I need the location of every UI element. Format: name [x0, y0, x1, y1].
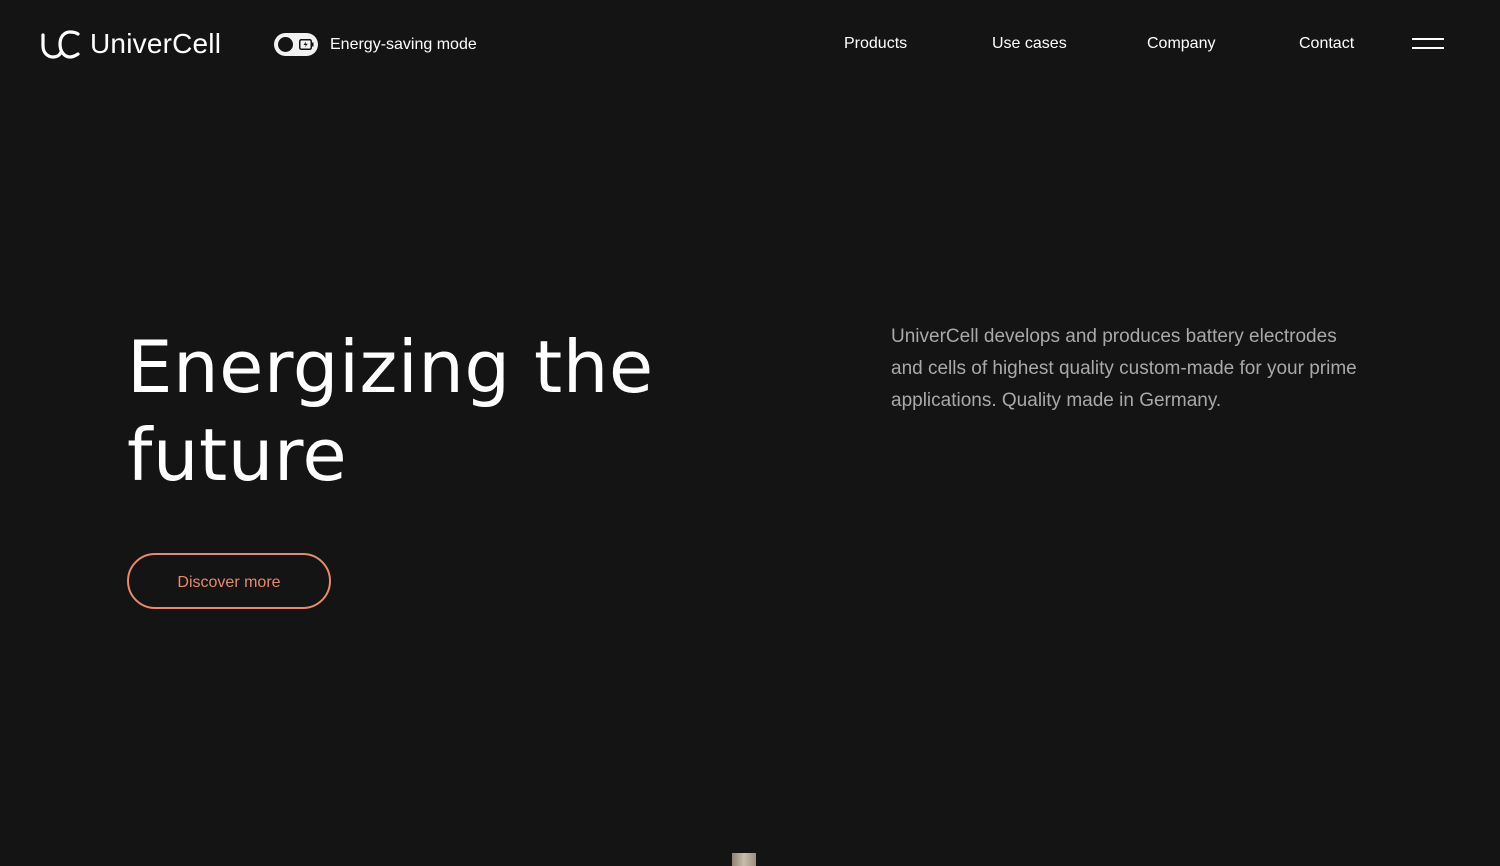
energy-saving-label: Energy-saving mode	[330, 36, 477, 53]
logo-text: UniverCell	[90, 28, 222, 59]
nav-products[interactable]: Products	[844, 34, 907, 54]
battery-cell-image	[732, 853, 756, 866]
hero-description: UniverCell develops and produces battery…	[891, 326, 1357, 411]
menu-line	[1412, 47, 1444, 49]
page: UniverCell Energy-saving mode Products U…	[0, 0, 1500, 866]
hero-title: Energizing the future	[127, 323, 767, 499]
hero-title-line-2: future	[127, 413, 348, 497]
site-header: UniverCell Energy-saving mode Products U…	[0, 0, 1500, 90]
nav-contact[interactable]: Contact	[1299, 34, 1354, 54]
hamburger-icon[interactable]	[1408, 34, 1448, 54]
logo-link[interactable]: UniverCell	[40, 28, 221, 60]
nav-use-cases[interactable]: Use cases	[992, 34, 1067, 54]
hero-title-line-1: Energizing the	[127, 325, 654, 409]
battery-icon	[299, 39, 314, 50]
energy-saving-toggle[interactable]	[274, 33, 318, 56]
discover-more-button[interactable]: Discover more	[127, 553, 331, 609]
toggle-knob	[278, 37, 293, 52]
univercell-logo-icon	[41, 30, 80, 59]
nav-company[interactable]: Company	[1147, 34, 1215, 54]
menu-line	[1412, 38, 1444, 40]
